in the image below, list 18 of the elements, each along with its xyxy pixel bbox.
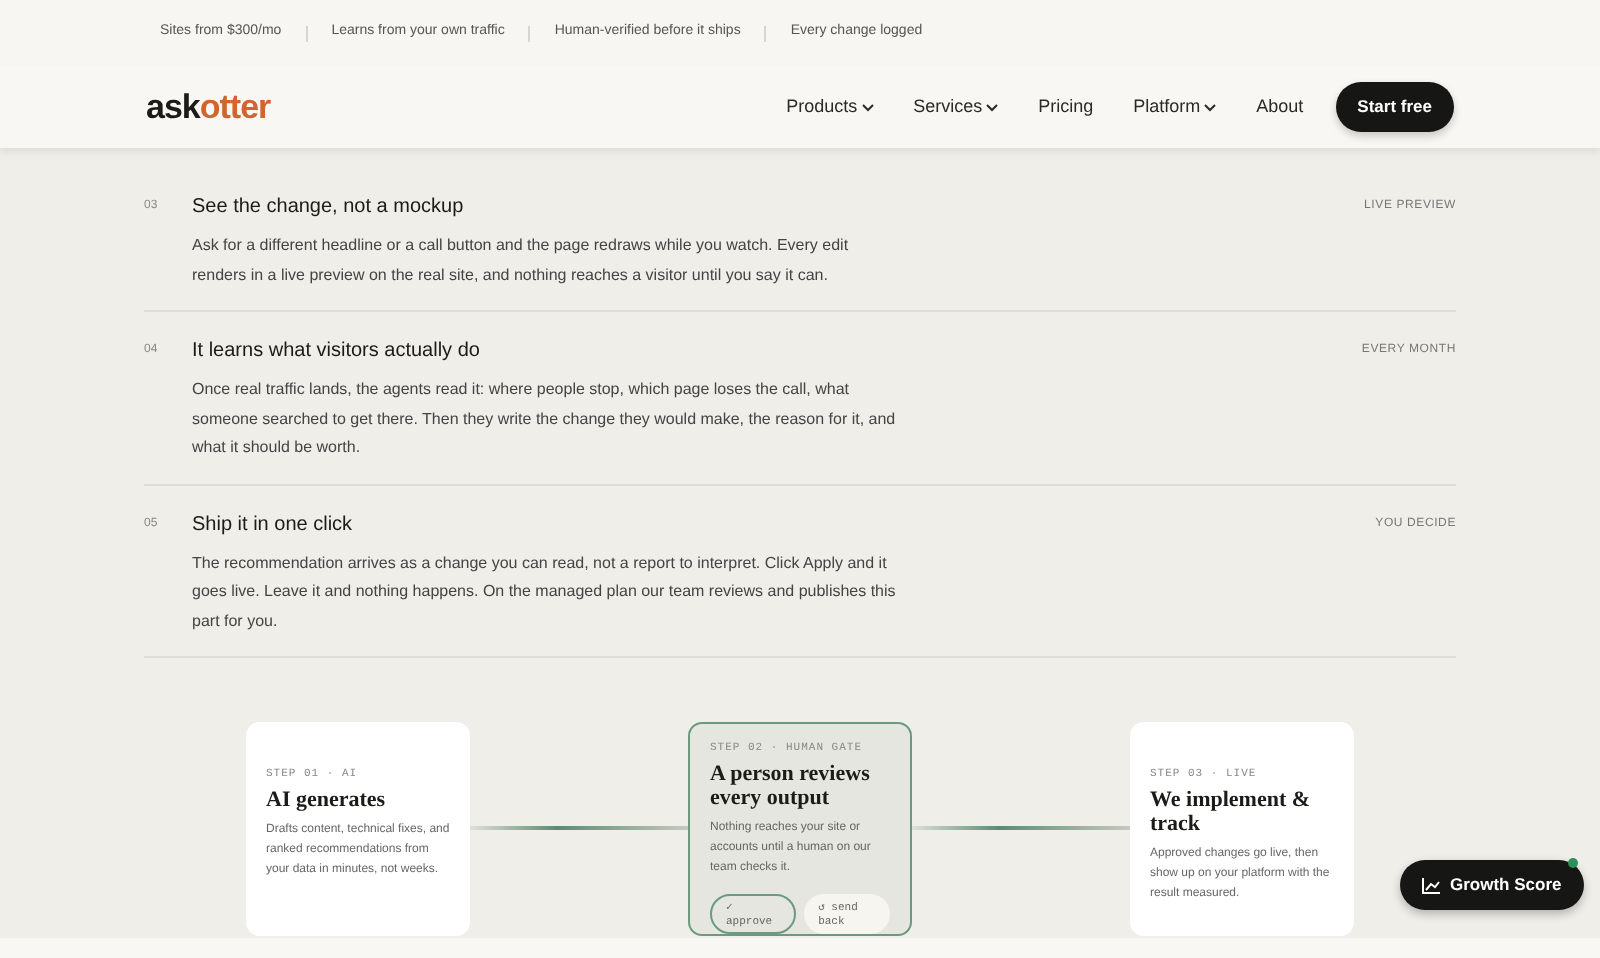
card-title: We implement & track [1150,788,1313,837]
nav-link[interactable]: Products [786,93,874,121]
start-button[interactable]: Start free [1335,82,1454,132]
step-description: Ask for a different headline or a call button and the page redraws while you watch. Every edit renders in a live preview on the real site, and nothing reaches a visitor until you say it can. [192,234,851,288]
card-title: AI generates [266,788,388,813]
chart-icon [1422,877,1440,893]
step-description: The recommendation arrives as a change you can read, not a report to interpret. Click Apply and it goes live. Leave it and nothing happens. On the managed plan our team reviews and publishes this part for you. [192,551,898,634]
nav-link[interactable]: About [1256,93,1304,121]
nav-link[interactable]: Services [913,93,999,121]
growth-score-button[interactable]: Growth Score [1400,860,1584,910]
card-title: A person reviews every output [710,762,872,811]
step-title: Ship it in one click [192,511,355,539]
step-title: See the change, not a mockup [192,194,466,222]
step-title: It learns what visitors actually do [192,338,482,366]
nav-link[interactable]: Platform [1133,93,1217,121]
logo[interactable]: askotter [146,81,271,133]
step-description: Once real traffic lands, the agents read it: where people stop, which page loses the call, what someone searched to get there. Then they write the change they would make, the reason for it, and what it should be worth. [192,378,898,460]
nav-link[interactable]: Pricing [1038,93,1094,121]
